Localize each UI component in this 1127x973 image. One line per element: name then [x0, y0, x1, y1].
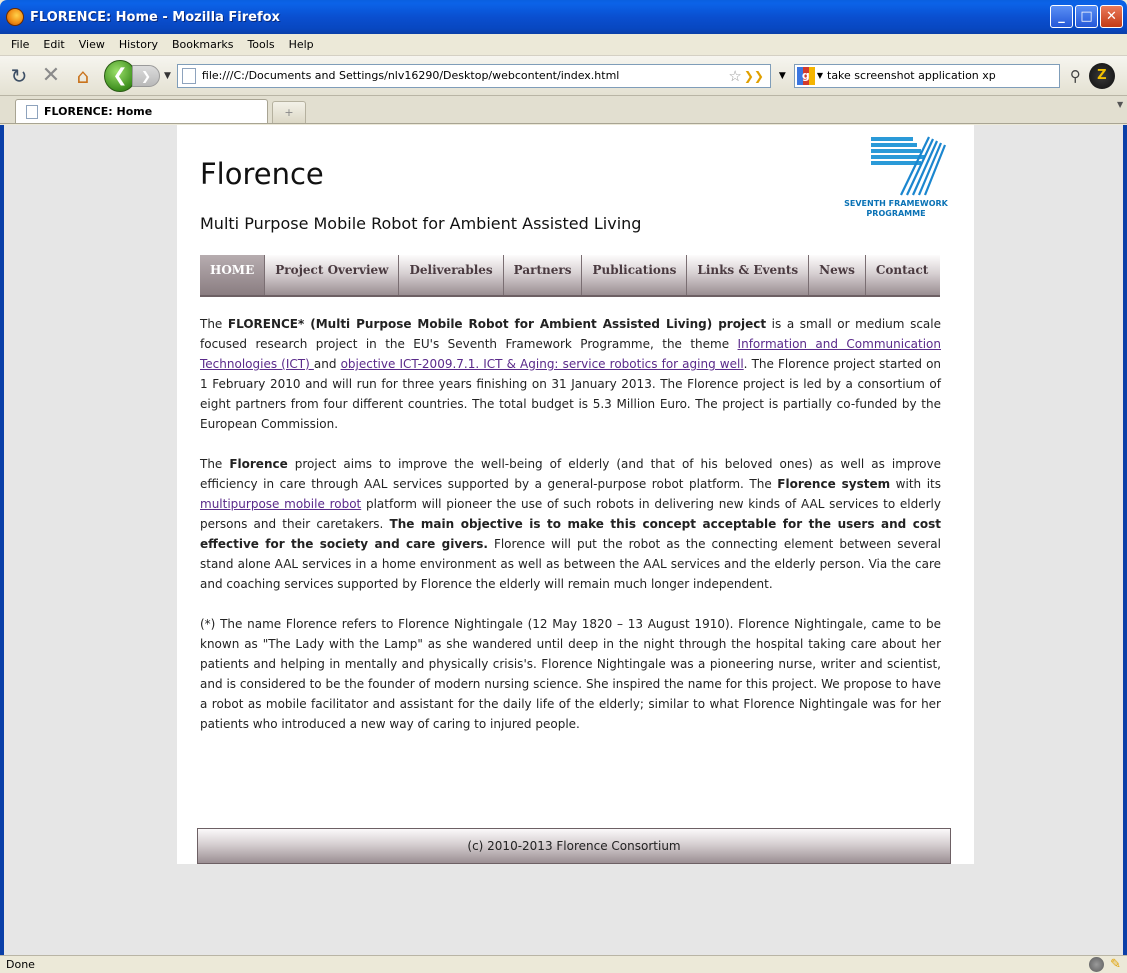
nav-home[interactable]: HOME: [200, 255, 266, 295]
url-bar[interactable]: file:///C:/Documents and Settings/nlv162…: [176, 63, 771, 88]
aims-paragraph: The Florence project aims to improve the…: [200, 454, 941, 594]
name-origin-paragraph: (*) The name Florence refers to Florence…: [200, 617, 941, 731]
status-indicator-icon[interactable]: [1089, 957, 1105, 972]
url-text[interactable]: file:///C:/Documents and Settings/nlv162…: [202, 69, 728, 82]
nav-news[interactable]: News: [809, 255, 866, 295]
status-pen-icon[interactable]: ✎: [1110, 957, 1121, 972]
fp7-caption-line2: PROGRAMME: [866, 209, 926, 218]
history-dropdown-icon[interactable]: ▼: [164, 71, 171, 81]
fp7-caption-line1: SEVENTH FRAMEWORK: [844, 199, 948, 208]
tab-list-icon[interactable]: ▼: [1117, 100, 1127, 120]
nav-links-events[interactable]: Links & Events: [687, 255, 810, 295]
status-text: Done: [6, 958, 35, 971]
nav-deliverables[interactable]: Deliverables: [399, 255, 504, 295]
search-engine-dropdown-icon[interactable]: ▼: [817, 71, 823, 80]
close-button[interactable]: ✕: [1100, 5, 1123, 28]
rss-icon[interactable]: ❯❯: [744, 69, 764, 83]
reload-icon[interactable]: ↻: [6, 63, 32, 89]
page-icon: [26, 104, 38, 119]
menu-history[interactable]: History: [112, 38, 165, 51]
text: with its: [890, 477, 941, 491]
maximize-button[interactable]: □: [1075, 5, 1098, 28]
site-nav: HOME Project Overview Deliverables Partn…: [200, 255, 940, 297]
menu-bookmarks[interactable]: Bookmarks: [165, 38, 240, 51]
text: The: [200, 457, 230, 471]
magnifier-icon[interactable]: ⚲: [1070, 67, 1081, 85]
menu-help[interactable]: Help: [282, 38, 321, 51]
window-titlebar[interactable]: FLORENCE: Home - Mozilla Firefox _ □ ✕: [0, 0, 1127, 34]
page-icon: [181, 67, 196, 84]
nav-contact[interactable]: Contact: [866, 255, 938, 295]
new-tab-button[interactable]: +: [272, 101, 306, 123]
menubar: File Edit View History Bookmarks Tools H…: [0, 34, 1127, 56]
stop-icon[interactable]: ✕: [38, 63, 64, 89]
firefox-icon: [6, 8, 24, 26]
tab-strip: FLORENCE: Home + ▼: [0, 96, 1127, 124]
window-title: FLORENCE: Home - Mozilla Firefox: [30, 9, 280, 25]
text: The: [200, 317, 228, 331]
fp7-caption: SEVENTH FRAMEWORK PROGRAMME: [837, 199, 955, 219]
nav-partners[interactable]: Partners: [504, 255, 583, 295]
forward-icon[interactable]: ❯: [132, 64, 160, 87]
browser-viewport: Florence Multi Purpose Mobile Robot for …: [0, 125, 1127, 955]
url-dropdown-icon[interactable]: ▼: [779, 71, 786, 81]
navigation-toolbar: ↻ ✕ ⌂ ❮ ❯ ▼ file:///C:/Documents and Set…: [0, 56, 1127, 96]
main-content: The FLORENCE* (Multi Purpose Mobile Robo…: [200, 314, 941, 754]
objective-link[interactable]: objective ICT-2009.7.1. ICT & Aging: ser…: [341, 357, 744, 371]
project-name: FLORENCE* (Multi Purpose Mobile Robot fo…: [227, 317, 767, 331]
bold-text: Florence: [229, 457, 288, 471]
minimize-button[interactable]: _: [1050, 5, 1073, 28]
site-subtitle: Multi Purpose Mobile Robot for Ambient A…: [200, 214, 642, 233]
google-icon[interactable]: g: [796, 66, 815, 85]
site-title: Florence: [200, 157, 324, 191]
home-icon[interactable]: ⌂: [70, 63, 96, 89]
page-container: Florence Multi Purpose Mobile Robot for …: [177, 125, 974, 864]
menu-view[interactable]: View: [72, 38, 112, 51]
addon-icon[interactable]: Z: [1088, 62, 1115, 89]
menu-tools[interactable]: Tools: [240, 38, 281, 51]
text: and: [313, 357, 341, 371]
robot-link[interactable]: multipurpose mobile robot: [200, 497, 361, 511]
nav-project-overview[interactable]: Project Overview: [265, 255, 400, 295]
search-input[interactable]: take screenshot application xp: [827, 69, 1059, 82]
page-footer: (c) 2010-2013 Florence Consortium: [197, 828, 951, 864]
tab-label: FLORENCE: Home: [44, 105, 153, 118]
intro-paragraph: The FLORENCE* (Multi Purpose Mobile Robo…: [200, 314, 941, 434]
search-bar[interactable]: g ▼ take screenshot application xp: [793, 63, 1060, 88]
menu-file[interactable]: File: [4, 38, 36, 51]
bookmark-star-icon[interactable]: ☆: [728, 67, 741, 85]
nav-publications[interactable]: Publications: [582, 255, 688, 295]
menu-edit[interactable]: Edit: [36, 38, 71, 51]
tab-home[interactable]: FLORENCE: Home: [15, 99, 268, 123]
status-bar: Done ✎: [0, 955, 1127, 973]
bold-text: Florence system: [777, 477, 891, 491]
